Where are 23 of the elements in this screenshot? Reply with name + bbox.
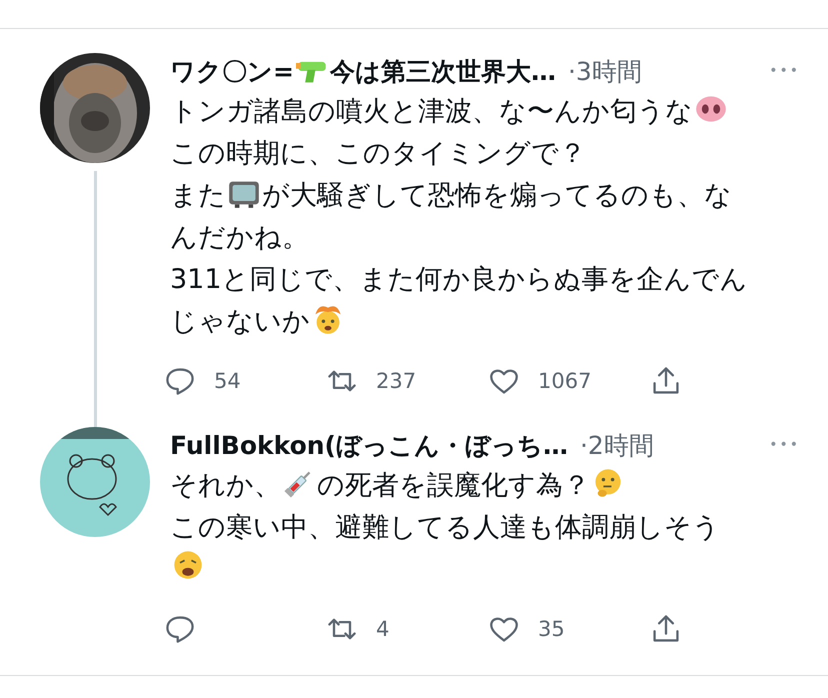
timestamp: ·3時間 <box>568 56 642 88</box>
tweet-text: の死者を誤魔化す為？ <box>317 470 590 501</box>
more-button[interactable]: ••• <box>769 63 800 79</box>
user-name: FullBokkon(ぼっこん・ぼっち… <box>170 430 568 462</box>
weary-face-icon <box>172 549 204 581</box>
user-name: ワク〇ン= <box>170 56 294 88</box>
tweet-text: この寒い中、避難してる人達も体調崩しそう <box>170 512 720 543</box>
more-button[interactable]: ••• <box>769 437 800 453</box>
retweet-count: 237 <box>376 369 416 393</box>
like-count: 1067 <box>538 369 592 393</box>
tweet-text: が大騒ぎして恐怖を煽ってるのも、な <box>262 180 732 211</box>
like-count: 35 <box>538 617 565 641</box>
retweet-count: 4 <box>376 617 390 641</box>
tweet-text: トンガ諸島の噴火と津波、な〜んか匂うな <box>170 96 693 127</box>
tweet-text: それか、 <box>170 470 281 501</box>
timestamp: ·2時間 <box>580 430 654 462</box>
reply-count: 54 <box>214 369 241 393</box>
tweet-text: この時期に、このタイミングで？ <box>170 138 586 169</box>
tweet-text: じゃないか <box>170 306 310 337</box>
tweet-text: んだかね。 <box>170 222 309 253</box>
tweet-text: また <box>170 180 226 211</box>
user-name: 今は第三次世界大… <box>330 56 556 88</box>
tweet-text: 311と同じで、また何か良からぬ事を企んでん <box>170 264 748 295</box>
